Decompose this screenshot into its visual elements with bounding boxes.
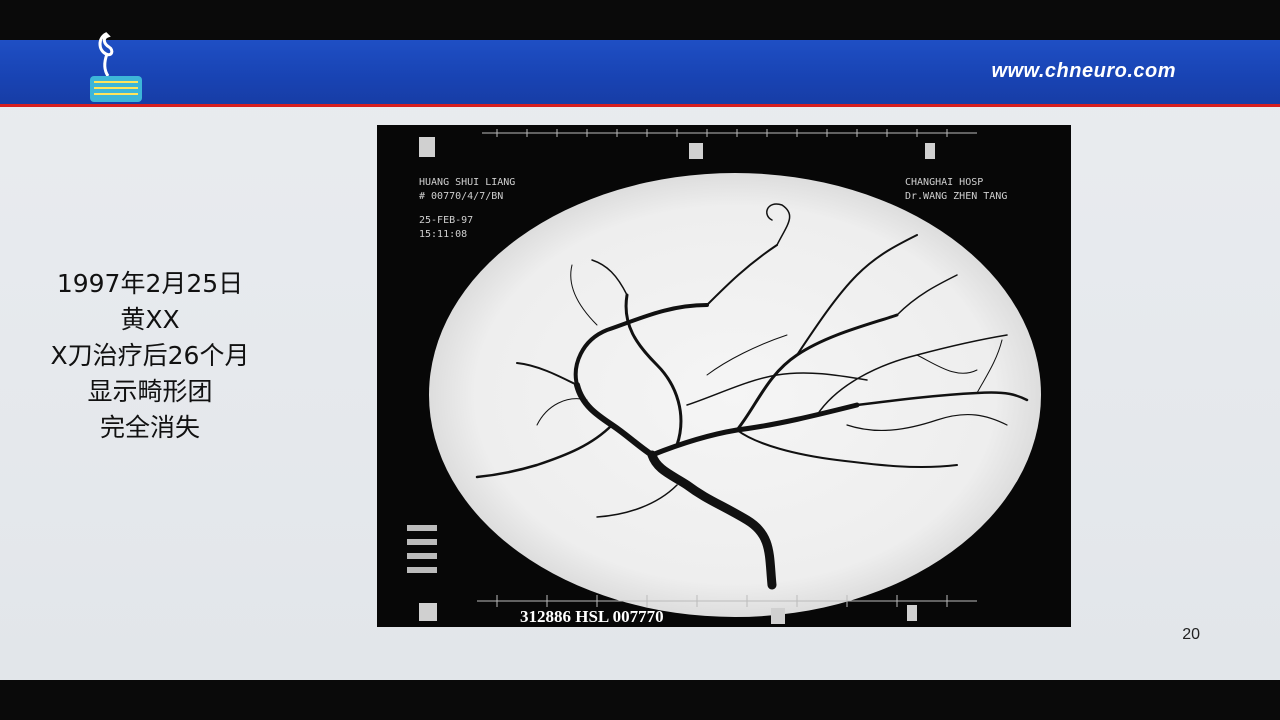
svg-text:CHANGHAI HOSP: CHANGHAI HOSP [905,177,983,188]
site-url: www.chneuro.com [991,60,1176,82]
film-text-top-right: CHANGHAI HOSP Dr.WANG ZHEN TANG [905,177,1007,202]
film-text-top-left: HUANG SHUI LIANG # 00770/4/7/BN 25-FEB-9… [419,177,515,240]
slide-caption: 1997年2月25日 黄XX X刀治疗后26个月 显示畸形团 完全消失 [0,266,300,446]
svg-text:Dr.WANG ZHEN TANG: Dr.WANG ZHEN TANG [905,191,1007,202]
header-banner: www.chneuro.com [0,32,1280,107]
caption-line-finding: 显示畸形团 [87,377,213,406]
svg-text:HUANG SHUI LIANG: HUANG SHUI LIANG [419,177,515,188]
caption-line-treatment: X刀治疗后26个月 [50,341,250,370]
caption-line-result: 完全消失 [99,413,200,442]
svg-text:15:11:08: 15:11:08 [419,229,467,240]
film-id: 312886 HSL 007770 [520,607,664,626]
caption-line-date: 1997年2月25日 [56,269,244,298]
slide: www.chneuro.com 1997年2月25日 黄XX X刀治疗后26个月… [0,32,1280,680]
page-number: 20 [1182,626,1200,643]
neuro-seahorse-logo [90,32,142,102]
angiogram-image: HUANG SHUI LIANG # 00770/4/7/BN 25-FEB-9… [377,125,1071,627]
svg-text:# 00770/4/7/BN: # 00770/4/7/BN [419,191,503,202]
angiogram-film: HUANG SHUI LIANG # 00770/4/7/BN 25-FEB-9… [407,129,1041,626]
svg-text:25-FEB-97: 25-FEB-97 [419,215,473,226]
film-ruler-top [482,129,977,137]
caption-line-patient: 黄XX [120,305,180,334]
film-text-bottom-left [407,525,437,573]
